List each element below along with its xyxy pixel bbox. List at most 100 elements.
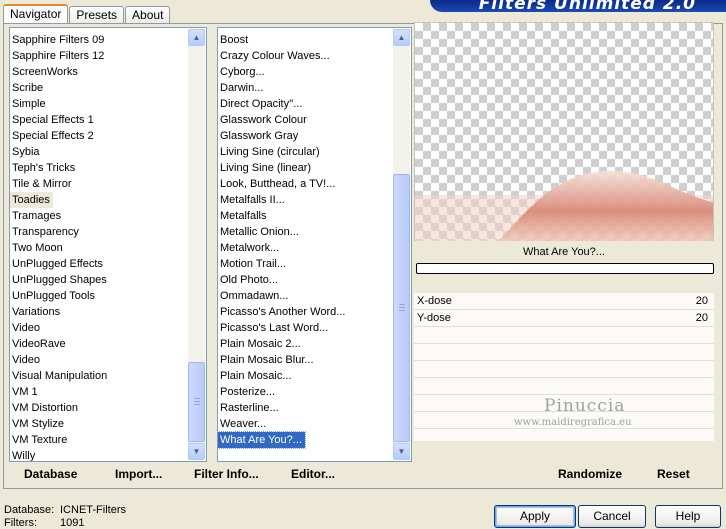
- scroll-up-icon[interactable]: ▲: [393, 29, 410, 46]
- editor-button[interactable]: Editor...: [291, 467, 335, 481]
- filter-item[interactable]: Metalfalls II...: [218, 192, 393, 208]
- filter-name-label: What Are You?...: [414, 241, 714, 263]
- filter-scrollbar[interactable]: ▲ ▼: [393, 29, 410, 460]
- filter-item[interactable]: Look, Butthead, a TV!...: [218, 176, 393, 192]
- category-item[interactable]: Visual Manipulation: [10, 368, 188, 384]
- category-item[interactable]: Two Moon: [10, 240, 188, 256]
- filter-item[interactable]: Posterize...: [218, 384, 393, 400]
- status-database-value: ICNET-Filters: [60, 504, 126, 516]
- import-button[interactable]: Import...: [115, 467, 162, 481]
- filter-item-label: Picasso's Last Word...: [220, 322, 329, 334]
- filter-item[interactable]: Metallic Onion...: [218, 224, 393, 240]
- category-item[interactable]: ScreenWorks: [10, 64, 188, 80]
- category-item[interactable]: Toadies: [10, 192, 188, 208]
- status-database: Database: ICNET-Filters: [4, 504, 126, 516]
- filter-item[interactable]: Cyborg...: [218, 64, 393, 80]
- category-scrollbar[interactable]: ▲ ▼: [188, 29, 205, 460]
- filter-item-label: Glasswork Gray: [220, 130, 299, 142]
- category-item[interactable]: Simple: [10, 96, 188, 112]
- category-item[interactable]: Sybia: [10, 144, 188, 160]
- filter-item[interactable]: Crazy Colour Waves...: [218, 48, 393, 64]
- filter-list[interactable]: Boost Crazy Colour Waves... Cyborg... Darwi…: [217, 27, 412, 462]
- param-name: X-dose: [417, 295, 452, 307]
- filter-item[interactable]: Picasso's Last Word...: [218, 320, 393, 336]
- filter-item-label: Weaver...: [220, 418, 267, 430]
- category-item[interactable]: Tile & Mirror: [10, 176, 188, 192]
- reset-button[interactable]: Reset: [657, 467, 690, 481]
- filter-item[interactable]: Direct Opacity''...: [218, 96, 393, 112]
- param-row-x-dose[interactable]: X-dose 20: [414, 293, 714, 310]
- category-item[interactable]: Video: [10, 320, 188, 336]
- category-item[interactable]: VM 1: [10, 384, 188, 400]
- category-item[interactable]: UnPlugged Tools: [10, 288, 188, 304]
- category-item[interactable]: Variations: [10, 304, 188, 320]
- scroll-up-icon[interactable]: ▲: [188, 29, 205, 46]
- filter-item[interactable]: Plain Mosaic Blur...: [218, 352, 393, 368]
- filter-item[interactable]: Glasswork Colour: [218, 112, 393, 128]
- param-value[interactable]: 20: [696, 295, 708, 307]
- filter-item-label: Darwin...: [220, 82, 264, 94]
- filter-item[interactable]: Boost: [218, 32, 393, 48]
- category-item[interactable]: VM Stylize: [10, 416, 188, 432]
- category-item-label: Toadies: [10, 192, 53, 208]
- preview-render: [415, 170, 713, 243]
- category-item-label: Sapphire Filters 09: [12, 34, 105, 46]
- filter-item[interactable]: Glasswork Gray: [218, 128, 393, 144]
- filter-item[interactable]: Plain Mosaic...: [218, 368, 393, 384]
- filter-item[interactable]: What Are You?...: [218, 431, 393, 449]
- filter-item[interactable]: Living Sine (circular): [218, 144, 393, 160]
- category-item[interactable]: Transparency: [10, 224, 188, 240]
- category-item[interactable]: UnPlugged Effects: [10, 256, 188, 272]
- category-item[interactable]: Video: [10, 352, 188, 368]
- category-item[interactable]: Special Effects 2: [10, 128, 188, 144]
- filter-item-label: Cyborg...: [220, 66, 265, 78]
- filter-item-label: Metalwork...: [220, 242, 280, 254]
- database-button[interactable]: Database: [24, 467, 77, 481]
- category-item[interactable]: VM Distortion: [10, 400, 188, 416]
- category-list[interactable]: Sapphire Filters 09 Sapphire Filters 12 Sc…: [9, 27, 207, 462]
- category-item[interactable]: Sapphire Filters 12: [10, 48, 188, 64]
- category-item[interactable]: Willy: [10, 448, 188, 461]
- filter-item[interactable]: Old Photo...: [218, 272, 393, 288]
- filter-items: Boost Crazy Colour Waves... Cyborg... Darwi…: [218, 32, 393, 449]
- filter-item[interactable]: Living Sine (linear): [218, 160, 393, 176]
- filter-item-label: Metallic Onion...: [220, 226, 299, 238]
- help-button[interactable]: Help: [655, 505, 721, 528]
- category-item[interactable]: VideoRave: [10, 336, 188, 352]
- filter-item[interactable]: Darwin...: [218, 80, 393, 96]
- category-item[interactable]: UnPlugged Shapes: [10, 272, 188, 288]
- category-item[interactable]: Special Effects 1: [10, 112, 188, 128]
- status-database-label: Database:: [4, 504, 55, 516]
- tab-about[interactable]: About: [125, 6, 171, 24]
- category-item[interactable]: Teph's Tricks: [10, 160, 188, 176]
- watermark-name: Pinuccia: [544, 396, 626, 416]
- tab-presets[interactable]: Presets: [69, 6, 125, 24]
- filter-item[interactable]: Weaver...: [218, 416, 393, 432]
- cancel-button[interactable]: Cancel: [578, 505, 646, 528]
- filter-item[interactable]: Rasterline...: [218, 400, 393, 416]
- category-item[interactable]: Sapphire Filters 09: [10, 32, 188, 48]
- category-item-label: Tile & Mirror: [12, 178, 72, 190]
- category-item[interactable]: VM Texture: [10, 432, 188, 448]
- param-row-empty: [414, 378, 714, 395]
- filter-item[interactable]: Ommadawn...: [218, 288, 393, 304]
- category-item[interactable]: Scribe: [10, 80, 188, 96]
- tab-navigator[interactable]: Navigator: [3, 4, 69, 25]
- filter-scroll-thumb[interactable]: [393, 174, 410, 442]
- randomize-button[interactable]: Randomize: [558, 467, 622, 481]
- scroll-down-icon[interactable]: ▼: [393, 443, 410, 460]
- category-scroll-thumb[interactable]: [188, 362, 205, 442]
- param-value[interactable]: 20: [696, 312, 708, 324]
- filter-item[interactable]: Picasso's Another Word...: [218, 304, 393, 320]
- filter-info-button[interactable]: Filter Info...: [194, 467, 259, 481]
- filter-item-label: Plain Mosaic Blur...: [220, 354, 314, 366]
- filter-item[interactable]: Plain Mosaic 2...: [218, 336, 393, 352]
- scroll-down-icon[interactable]: ▼: [188, 443, 205, 460]
- filter-item[interactable]: Metalwork...: [218, 240, 393, 256]
- filter-item[interactable]: Motion Trail...: [218, 256, 393, 272]
- filter-item-label: Crazy Colour Waves...: [220, 50, 330, 62]
- filter-item[interactable]: Metalfalls: [218, 208, 393, 224]
- category-item[interactable]: Tramages: [10, 208, 188, 224]
- param-row-y-dose[interactable]: Y-dose 20: [414, 310, 714, 327]
- apply-button[interactable]: Apply: [494, 505, 576, 528]
